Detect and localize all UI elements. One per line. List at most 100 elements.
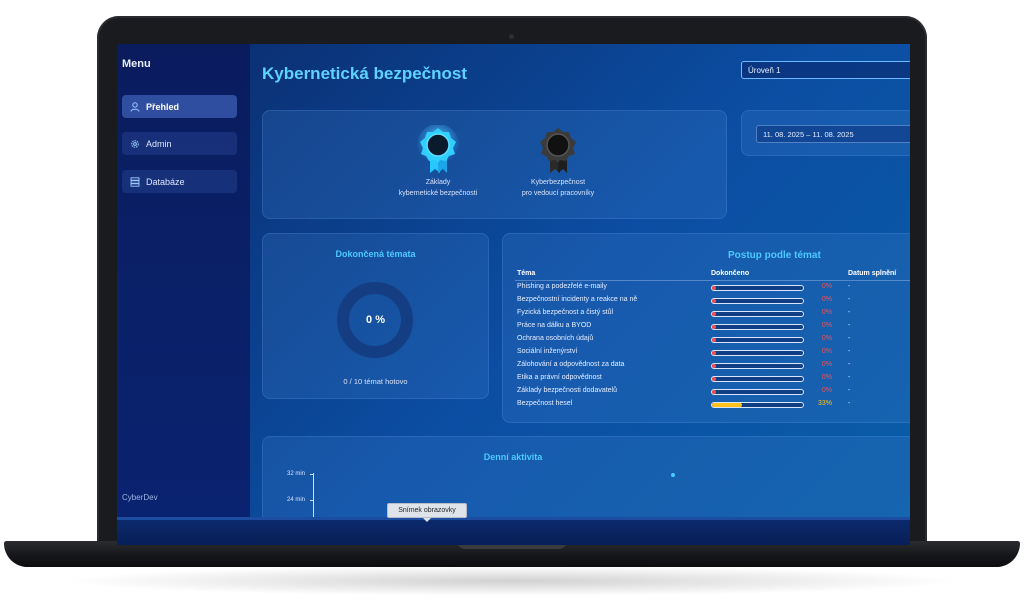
topic-name: Phishing a podezřelé e-maily bbox=[517, 283, 607, 290]
progress-bar bbox=[711, 376, 804, 382]
badge-line2: kybernetické bezpečnosti bbox=[398, 190, 478, 197]
badge-leaders[interactable]: Kyberbezpečnost pro vedoucí pracovníky bbox=[503, 125, 613, 199]
sidebar-item-label: Přehled bbox=[146, 101, 180, 112]
y-tick bbox=[310, 500, 314, 501]
brand-label: CyberDev bbox=[122, 493, 158, 502]
completion-date: - bbox=[848, 400, 851, 407]
app-screen: Menu Přehled Admin Databáze CyberDev Kyb… bbox=[117, 44, 910, 545]
progress-bar-fill bbox=[712, 325, 716, 329]
level-select[interactable]: Úroveň 1 bbox=[741, 61, 910, 79]
progress-percent: 0% bbox=[821, 348, 832, 355]
laptop-shadow bbox=[60, 566, 964, 596]
tooltip-arrow bbox=[423, 518, 431, 522]
progress-percent: 0% bbox=[821, 335, 832, 342]
taskbar bbox=[117, 517, 910, 545]
screenshot-tooltip: Snímek obrazovky bbox=[387, 503, 467, 518]
progress-bar bbox=[711, 389, 804, 395]
progress-bar bbox=[711, 311, 804, 317]
table-row: Etika a právní odpovědnost 0% - bbox=[503, 373, 910, 386]
badges-panel: Základy kybernetické bezpečnosti Kyberbe… bbox=[262, 110, 727, 219]
sidebar-item-admin[interactable]: Admin bbox=[122, 132, 237, 155]
activity-title: Denní aktivita bbox=[483, 452, 543, 462]
completion-date: - bbox=[848, 283, 851, 290]
y-tick-label: 24 min bbox=[287, 497, 306, 503]
taskbar-edge bbox=[117, 517, 910, 520]
topic-name: Etika a právní odpovědnost bbox=[517, 374, 602, 381]
table-row: Bezpečnostní incidenty a reakce na ně 0% - bbox=[503, 295, 910, 308]
gear-icon bbox=[131, 139, 139, 148]
topic-name: Sociální inženýrství bbox=[517, 348, 578, 355]
table-row: Ochrana osobních údajů 0% - bbox=[503, 334, 910, 347]
progress-percent: 0% bbox=[821, 374, 832, 381]
table-row: Phishing a podezřelé e-maily 0% - bbox=[503, 282, 910, 295]
topic-name: Zálohování a odpovědnost za data bbox=[517, 361, 625, 368]
date-panel: 11. 08. 2025 – 11. 08. 2025 bbox=[741, 110, 910, 156]
database-icon bbox=[130, 176, 140, 187]
sidebar-item-databaze[interactable]: Databáze bbox=[122, 170, 237, 193]
progress-bar bbox=[711, 363, 804, 369]
completed-panel: Dokončená témata 0 % 0 / 10 témat hotovo bbox=[262, 233, 489, 399]
header-done: Dokončeno bbox=[711, 270, 750, 277]
table-row: Fyzická bezpečnost a čistý stůl 0% - bbox=[503, 308, 910, 321]
completion-date: - bbox=[848, 361, 851, 368]
badge-basics[interactable]: Základy kybernetické bezpečnosti bbox=[383, 125, 493, 199]
header-date: Datum splnění bbox=[848, 270, 897, 277]
completion-date: - bbox=[848, 322, 851, 329]
table-row: Sociální inženýrství 0% - bbox=[503, 347, 910, 360]
sidebar-item-label: Admin bbox=[146, 138, 172, 149]
completed-caption: 0 / 10 témat hotovo bbox=[343, 377, 408, 386]
progress-bar bbox=[711, 337, 804, 343]
y-tick bbox=[310, 474, 314, 475]
progress-percent: 0% bbox=[821, 309, 832, 316]
user-icon bbox=[130, 101, 140, 112]
completion-date: - bbox=[848, 309, 851, 316]
sidebar-item-label: Databáze bbox=[146, 176, 185, 187]
activity-data-point bbox=[671, 473, 675, 477]
menu-title: Menu bbox=[122, 58, 151, 70]
completion-date: - bbox=[848, 374, 851, 381]
table-row: Bezpečnost hesel 33% - bbox=[503, 399, 910, 412]
header-topic: Téma bbox=[517, 270, 536, 277]
progress-percent: 0% bbox=[821, 322, 832, 329]
date-range-input[interactable]: 11. 08. 2025 – 11. 08. 2025 bbox=[756, 125, 910, 143]
table-row: Zálohování a odpovědnost za data 0% - bbox=[503, 360, 910, 373]
progress-bar bbox=[711, 298, 804, 304]
topic-name: Bezpečnost hesel bbox=[517, 400, 573, 407]
table-row: Základy bezpečnosti dodavatelů 0% - bbox=[503, 386, 910, 399]
progress-bar bbox=[711, 285, 804, 291]
badge-medal-locked-icon bbox=[540, 128, 576, 173]
badge-medal-icon bbox=[417, 125, 459, 173]
camera-dot bbox=[509, 34, 514, 39]
progress-bar-fill bbox=[712, 338, 716, 342]
progress-percent: 0% bbox=[821, 283, 832, 290]
table-row: Práce na dálku a BYOD 0% - bbox=[503, 321, 910, 334]
progress-bar-fill bbox=[712, 299, 716, 303]
topic-name: Bezpečnostní incidenty a reakce na ně bbox=[517, 296, 638, 303]
completion-date: - bbox=[848, 387, 851, 394]
badge-line1: Kyberbezpečnost bbox=[530, 179, 586, 186]
progress-percent: 0% bbox=[821, 387, 832, 394]
sidebar-item-prehled[interactable]: Přehled bbox=[122, 95, 237, 118]
badge-line2: pro vedoucí pracovníky bbox=[521, 190, 595, 197]
topic-name: Práce na dálku a BYOD bbox=[517, 322, 592, 329]
progress-bar-fill bbox=[712, 403, 743, 407]
progress-bar bbox=[711, 324, 804, 330]
progress-bar-fill bbox=[712, 351, 716, 355]
topic-name: Fyzická bezpečnost a čistý stůl bbox=[517, 309, 614, 316]
progress-percent: 0% bbox=[821, 296, 832, 303]
progress-panel: Postup podle témat Téma Dokončeno Datum … bbox=[502, 233, 910, 423]
progress-bar bbox=[711, 402, 804, 408]
y-tick-label: 32 min bbox=[287, 471, 306, 477]
progress-bar-fill bbox=[712, 286, 716, 290]
progress-percent: 33% bbox=[817, 400, 832, 407]
topic-name: Základy bezpečnosti dodavatelů bbox=[517, 387, 618, 394]
completion-date: - bbox=[848, 348, 851, 355]
header-divider bbox=[515, 280, 910, 281]
progress-bar-fill bbox=[712, 390, 716, 394]
badge-line1: Základy bbox=[425, 179, 451, 186]
completion-date: - bbox=[848, 335, 851, 342]
progress-bar-fill bbox=[712, 312, 716, 316]
progress-percent: 0% bbox=[821, 361, 832, 368]
page-title: Kybernetická bezpečnost bbox=[262, 64, 468, 83]
sidebar: Menu Přehled Admin Databáze CyberDev bbox=[117, 44, 250, 517]
